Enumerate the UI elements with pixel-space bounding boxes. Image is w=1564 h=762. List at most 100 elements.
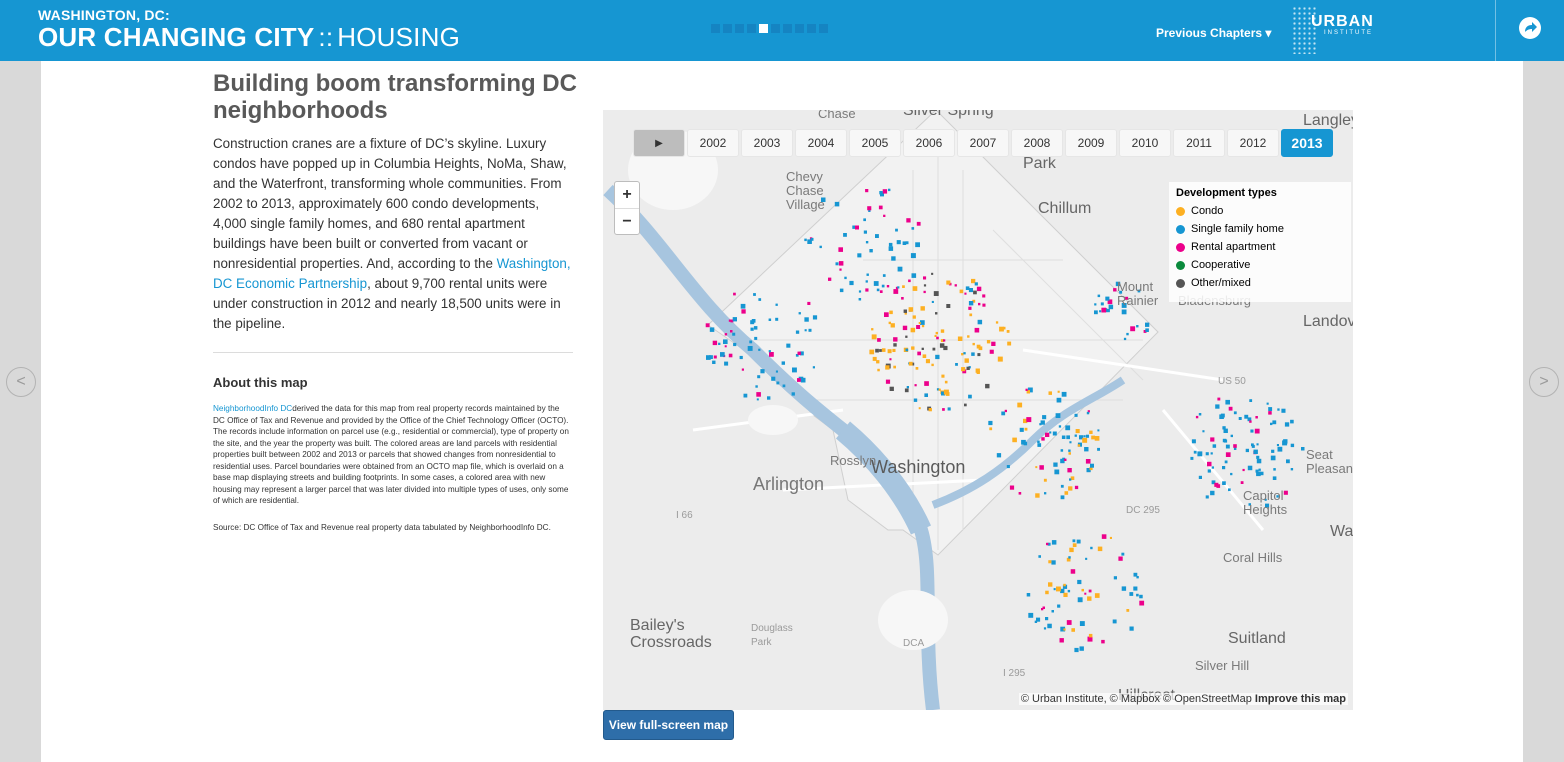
year-button-2012[interactable]: 2012	[1227, 129, 1279, 157]
parcel-marker	[753, 293, 756, 296]
parcel-marker	[897, 266, 903, 272]
urban-institute-logo[interactable]: URBAN INSTITUTE	[1292, 4, 1388, 56]
chapter-dot-3[interactable]	[735, 24, 744, 33]
parcel-marker	[741, 309, 746, 314]
chapter-dot-6[interactable]	[771, 24, 780, 33]
parcel-marker	[797, 378, 801, 382]
parcel-marker	[1253, 449, 1258, 454]
parcel-marker	[1108, 304, 1114, 310]
parcel-marker	[1271, 449, 1275, 453]
year-button-2009[interactable]: 2009	[1065, 129, 1117, 157]
parcel-marker	[925, 359, 930, 364]
brand-title[interactable]: OUR CHANGING CITY:: HOUSING	[38, 22, 460, 53]
parcel-marker	[901, 297, 904, 300]
next-slide-button[interactable]: >	[1529, 367, 1559, 397]
parcel-marker	[1133, 586, 1138, 591]
parcel-marker	[1191, 439, 1196, 444]
parcel-marker	[873, 281, 879, 286]
parcel-marker	[812, 366, 815, 369]
parcel-marker	[1041, 437, 1045, 441]
parcel-marker	[1067, 589, 1071, 593]
play-button[interactable]: ▶	[633, 129, 685, 157]
zoom-in-button[interactable]: +	[615, 182, 639, 208]
development-map[interactable]: Langley Silver Spring Chase Park Chevy C…	[603, 110, 1353, 710]
parcel-marker	[1273, 468, 1276, 471]
year-button-2011[interactable]: 2011	[1173, 129, 1225, 157]
parcel-marker	[1055, 413, 1061, 418]
parcel-marker	[1060, 484, 1064, 488]
parcel-marker	[1046, 542, 1049, 546]
parcel-marker	[771, 376, 776, 381]
parcel-marker	[920, 306, 925, 311]
year-button-2004[interactable]: 2004	[795, 129, 847, 157]
parcel-marker	[897, 286, 900, 289]
parcel-marker	[905, 348, 909, 352]
parcel-marker	[908, 279, 911, 283]
chapter-dot-4[interactable]	[747, 24, 756, 33]
parcel-marker	[928, 408, 932, 412]
parcel-marker	[878, 205, 883, 210]
parcel-marker	[908, 307, 914, 312]
parcel-marker	[968, 394, 972, 399]
year-button-2013[interactable]: 2013	[1281, 129, 1333, 157]
parcel-marker	[775, 370, 778, 373]
parcel-marker	[804, 317, 809, 322]
parcel-marker	[1086, 411, 1090, 415]
view-fullscreen-map-button[interactable]: View full-screen map	[603, 710, 734, 740]
chapter-dot-10[interactable]	[819, 24, 828, 33]
year-button-2008[interactable]: 2008	[1011, 129, 1063, 157]
parcel-marker	[1061, 435, 1066, 439]
chapter-dot-2[interactable]	[723, 24, 732, 33]
year-button-2007[interactable]: 2007	[957, 129, 1009, 157]
parcel-marker	[1094, 310, 1098, 315]
parcel-marker	[1230, 472, 1233, 476]
chapter-dot-1[interactable]	[711, 24, 720, 33]
parcel-marker	[1245, 448, 1249, 453]
parcel-marker	[865, 288, 869, 292]
parcel-marker	[882, 274, 886, 277]
parcel-marker	[1256, 471, 1261, 477]
chapter-dot-5[interactable]	[759, 24, 768, 33]
zoom-out-button[interactable]: −	[615, 208, 639, 234]
improve-map-link[interactable]: Improve this map	[1255, 693, 1346, 705]
chapter-dot-8[interactable]	[795, 24, 804, 33]
map-label-rosslyn: Rosslyn	[830, 453, 877, 468]
year-button-2002[interactable]: 2002	[687, 129, 739, 157]
chapter-dot-7[interactable]	[783, 24, 792, 33]
previous-chapters-dropdown[interactable]: Previous Chapters ▾	[1156, 26, 1271, 40]
year-button-2010[interactable]: 2010	[1119, 129, 1171, 157]
parcel-marker	[911, 227, 915, 230]
parcel-marker	[865, 241, 869, 244]
parcel-marker	[996, 453, 1002, 458]
section-divider	[213, 352, 573, 353]
parcel-marker	[931, 363, 934, 367]
parcel-marker	[1065, 425, 1071, 431]
year-button-2006[interactable]: 2006	[903, 129, 955, 157]
parcel-marker	[705, 323, 710, 328]
map-label-wa: Wa	[1330, 523, 1353, 540]
parcel-marker	[1254, 428, 1260, 434]
parcel-marker	[733, 342, 737, 347]
parcel-marker	[885, 379, 891, 384]
neighborhoodinfo-link[interactable]: NeighborhoodInfo DC	[213, 404, 292, 413]
parcel-marker	[954, 284, 957, 287]
brand-title-sub: HOUSING	[337, 22, 461, 52]
previous-slide-button[interactable]: <	[6, 367, 36, 397]
map-label-langley: Langley	[1303, 112, 1353, 129]
parcel-marker	[1126, 609, 1130, 612]
year-button-2005[interactable]: 2005	[849, 129, 901, 157]
parcel-marker	[1074, 647, 1079, 653]
parcel-marker	[1268, 411, 1272, 415]
legend-swatch	[1176, 242, 1185, 252]
parcel-marker	[884, 312, 889, 317]
chapter-dot-9[interactable]	[807, 24, 816, 33]
parcel-marker	[967, 335, 970, 338]
parcel-marker	[1037, 440, 1040, 444]
parcel-marker	[921, 347, 924, 350]
year-button-2003[interactable]: 2003	[741, 129, 793, 157]
parcel-marker	[922, 354, 927, 358]
parcel-marker	[892, 348, 896, 352]
parcel-marker	[1081, 588, 1084, 592]
map-label-dca: DCA	[903, 638, 925, 649]
share-button[interactable]	[1495, 0, 1564, 61]
